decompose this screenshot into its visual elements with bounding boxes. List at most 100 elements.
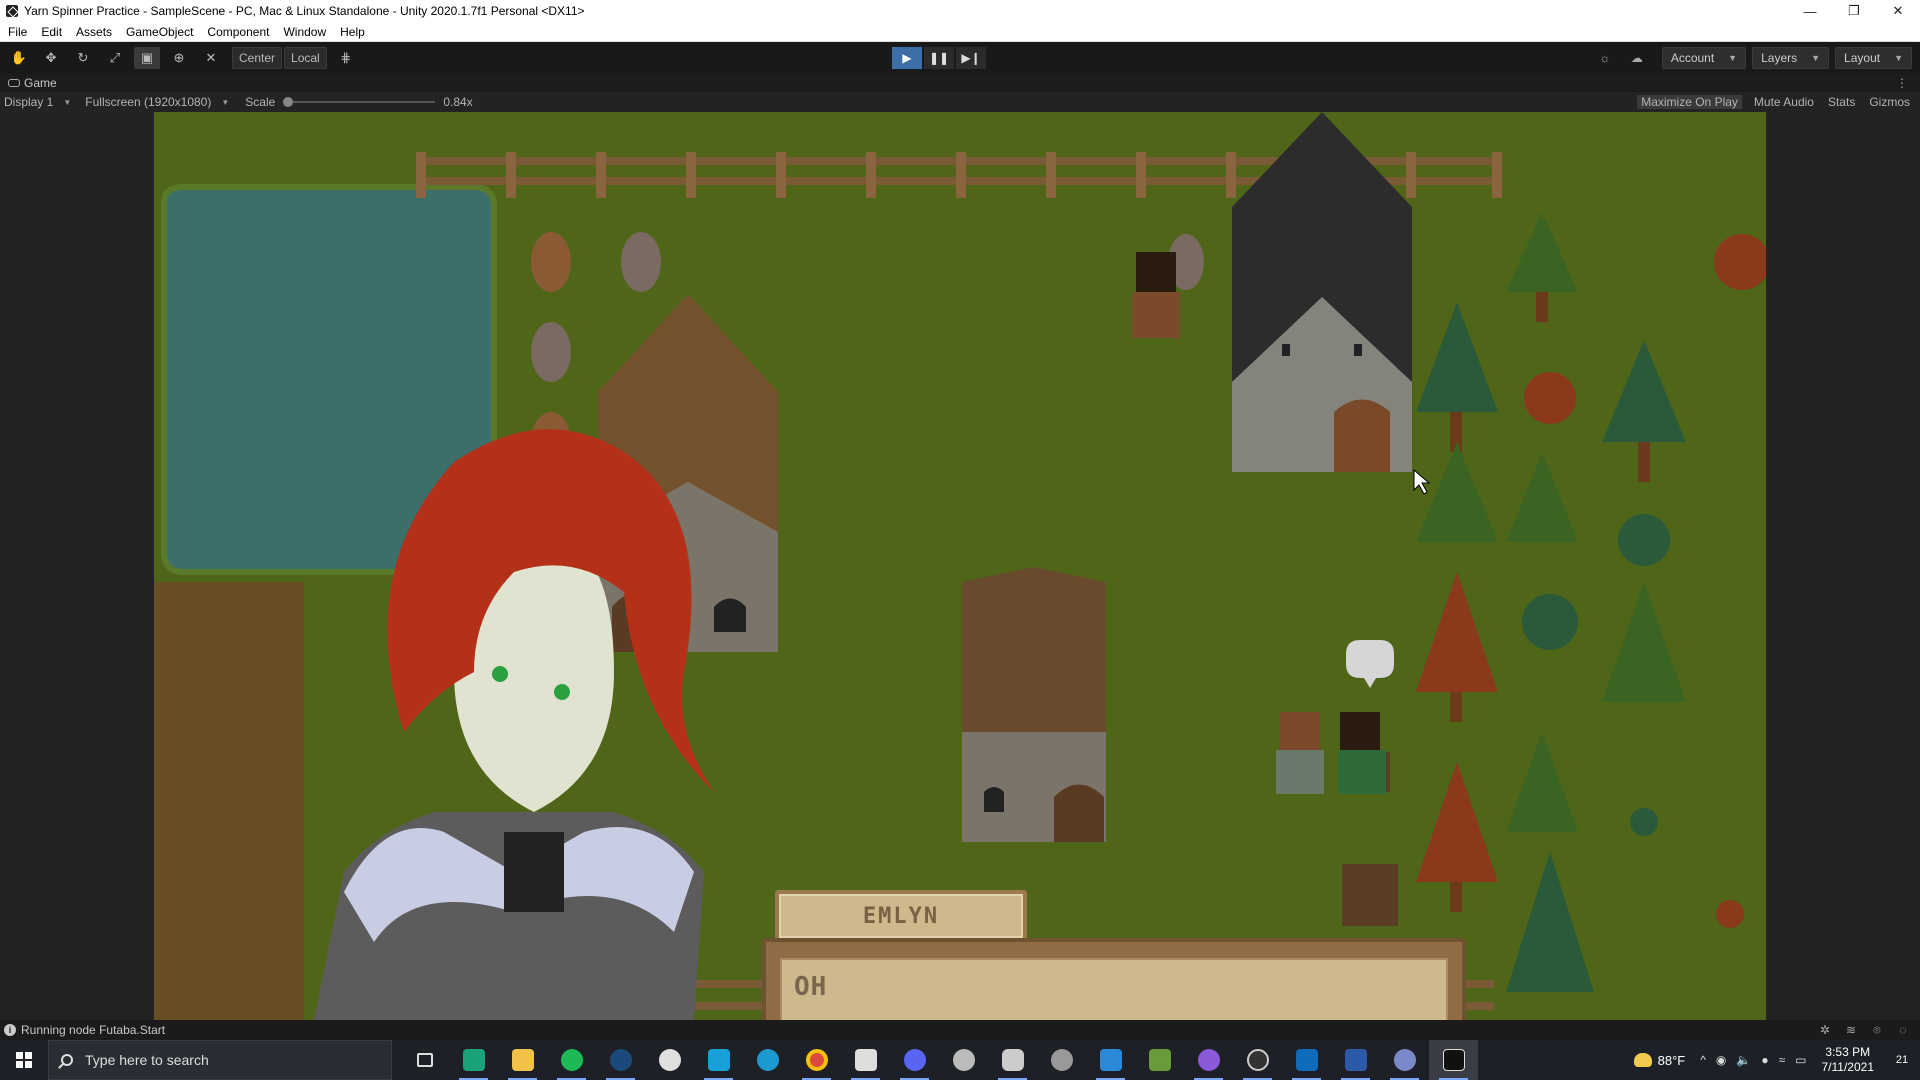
- status-message[interactable]: Running node Futaba.Start: [21, 1023, 165, 1037]
- weather-widget[interactable]: 88°F: [1633, 1052, 1686, 1068]
- grid-snap-icon[interactable]: ⋕: [333, 47, 359, 69]
- main-toolbar: ✋ ✥ ↻ ⤢ ▣ ⊕ ✕ Center Local ⋕ ▶ ❚❚ ▶❙ ☼ ☁…: [0, 42, 1920, 74]
- game-view-options: Maximize On Play Mute Audio Stats Gizmos: [1627, 95, 1912, 109]
- app-purple-icon[interactable]: [1184, 1040, 1233, 1080]
- tray-app-icon[interactable]: ◉: [1716, 1053, 1726, 1067]
- account-dropdown[interactable]: Account ▼: [1661, 47, 1747, 69]
- unity-hub-icon[interactable]: [841, 1040, 890, 1080]
- battery-icon[interactable]: ▭: [1795, 1053, 1806, 1067]
- app-settings-icon[interactable]: [1037, 1040, 1086, 1080]
- unity-logo-icon: [6, 5, 18, 17]
- search-placeholder: Type here to search: [85, 1052, 209, 1068]
- mute-audio-toggle[interactable]: Mute Audio: [1752, 95, 1816, 109]
- speaker-nameplate: EMLYN: [775, 890, 1027, 942]
- network-icon[interactable]: ⌾: [1870, 1023, 1884, 1037]
- minecraft-icon[interactable]: [1135, 1040, 1184, 1080]
- obs-icon[interactable]: [1233, 1040, 1282, 1080]
- game-tab[interactable]: Game ⋮: [0, 74, 1920, 92]
- file-explorer-icon[interactable]: [498, 1040, 547, 1080]
- transform-tool-icon[interactable]: ⊕: [166, 47, 192, 69]
- chevron-down-icon: ▼: [221, 97, 230, 107]
- app-gray-icon[interactable]: [939, 1040, 988, 1080]
- pivot-local-toggle[interactable]: Local: [284, 47, 327, 69]
- rect-tool-icon[interactable]: ▣: [134, 47, 160, 69]
- resolution-dropdown[interactable]: Fullscreen (1920x1080) ▼: [85, 95, 229, 109]
- spotify-icon[interactable]: [547, 1040, 596, 1080]
- taskbar-search[interactable]: Type here to search: [48, 1040, 392, 1080]
- discord-icon[interactable]: [890, 1040, 939, 1080]
- layers-icon[interactable]: ≋: [1844, 1023, 1858, 1037]
- word-icon[interactable]: [1331, 1040, 1380, 1080]
- clock-time: 3:53 PM: [1825, 1045, 1871, 1059]
- clock[interactable]: 3:53 PM 7/11/2021: [1822, 1045, 1875, 1075]
- wifi-icon[interactable]: ≈: [1779, 1053, 1786, 1067]
- outlook-icon[interactable]: [1282, 1040, 1331, 1080]
- minimize-button[interactable]: —: [1788, 0, 1832, 22]
- app-blue-icon[interactable]: [694, 1040, 743, 1080]
- start-button[interactable]: [0, 1040, 48, 1080]
- menu-bar: File Edit Assets GameObject Component Wi…: [0, 22, 1920, 42]
- temperature: 88°F: [1657, 1052, 1686, 1068]
- notification-count: 21: [1895, 1054, 1909, 1066]
- menu-edit[interactable]: Edit: [41, 25, 62, 39]
- hand-tool-icon[interactable]: ✋: [6, 47, 32, 69]
- more-options-icon[interactable]: ⋮: [1896, 76, 1908, 90]
- move-tool-icon[interactable]: ✥: [38, 47, 64, 69]
- collab-icon[interactable]: ☼: [1592, 47, 1618, 69]
- scale-tool-icon[interactable]: ⤢: [102, 47, 128, 69]
- game-view-toolbar: Display 1 ▼ Fullscreen (1920x1080) ▼ Scale…: [0, 92, 1920, 112]
- window-title: Yarn Spinner Practice - SampleScene - PC…: [24, 4, 585, 18]
- dialogue-box[interactable]: OH: [762, 938, 1466, 1020]
- cloud-icon[interactable]: ☁: [1624, 47, 1650, 69]
- chrome-icon[interactable]: [792, 1040, 841, 1080]
- menu-gameobject[interactable]: GameObject: [126, 25, 193, 39]
- menu-help[interactable]: Help: [340, 25, 365, 39]
- weather-icon: [1633, 1053, 1652, 1067]
- notifications-button[interactable]: 21: [1884, 1040, 1920, 1080]
- menu-file[interactable]: File: [8, 25, 27, 39]
- menu-window[interactable]: Window: [283, 25, 326, 39]
- vscode-icon[interactable]: [1086, 1040, 1135, 1080]
- scale-slider[interactable]: [283, 97, 436, 107]
- scale-value: 0.84x: [443, 95, 473, 109]
- restore-button[interactable]: ❐: [1832, 0, 1876, 22]
- microphone-icon[interactable]: ●: [1761, 1053, 1768, 1067]
- gizmos-dropdown[interactable]: Gizmos: [1867, 95, 1912, 109]
- rotate-tool-icon[interactable]: ↻: [70, 47, 96, 69]
- layout-dropdown[interactable]: Layout ▼: [1835, 47, 1912, 69]
- edge-icon[interactable]: [743, 1040, 792, 1080]
- menu-assets[interactable]: Assets: [76, 25, 112, 39]
- step-button[interactable]: ▶❙: [956, 47, 986, 69]
- slider-handle[interactable]: [283, 97, 294, 107]
- steam-icon[interactable]: [596, 1040, 645, 1080]
- progress-icon[interactable]: ◌: [1896, 1023, 1910, 1037]
- debug-icon[interactable]: ✲: [1818, 1023, 1832, 1037]
- chevron-down-icon: ▼: [1811, 53, 1821, 63]
- app-globe-icon[interactable]: [1380, 1040, 1429, 1080]
- task-view-icon[interactable]: [400, 1040, 449, 1080]
- search-icon: [61, 1054, 73, 1066]
- unity-editor-icon[interactable]: [1429, 1040, 1478, 1080]
- pause-button[interactable]: ❚❚: [924, 47, 954, 69]
- game-tab-label: Game: [24, 76, 57, 90]
- chevron-down-icon: ▼: [63, 97, 72, 107]
- play-button[interactable]: ▶: [892, 47, 922, 69]
- windows-logo-icon: [16, 1052, 32, 1068]
- layers-dropdown[interactable]: Layers ▼: [1752, 47, 1830, 69]
- playback-controls: ▶ ❚❚ ▶❙: [892, 47, 988, 69]
- stats-toggle[interactable]: Stats: [1826, 95, 1857, 109]
- display-dropdown[interactable]: Display 1 ▼: [4, 95, 71, 109]
- chevron-up-icon[interactable]: ^: [1700, 1053, 1706, 1067]
- maximize-on-play-toggle[interactable]: Maximize On Play: [1637, 95, 1742, 109]
- slack-icon[interactable]: [645, 1040, 694, 1080]
- game-viewport[interactable]: EMLYN OH: [154, 112, 1766, 1020]
- app-gray2-icon[interactable]: [988, 1040, 1037, 1080]
- pinned-apps: [400, 1040, 1478, 1080]
- menu-component[interactable]: Component: [207, 25, 269, 39]
- window-controls: — ❐ ✕: [1788, 0, 1920, 22]
- app-3-icon[interactable]: [449, 1040, 498, 1080]
- pivot-center-toggle[interactable]: Center: [232, 47, 283, 69]
- custom-tool-icon[interactable]: ✕: [198, 47, 224, 69]
- close-button[interactable]: ✕: [1876, 0, 1920, 22]
- volume-muted-icon[interactable]: 🔈: [1736, 1053, 1751, 1067]
